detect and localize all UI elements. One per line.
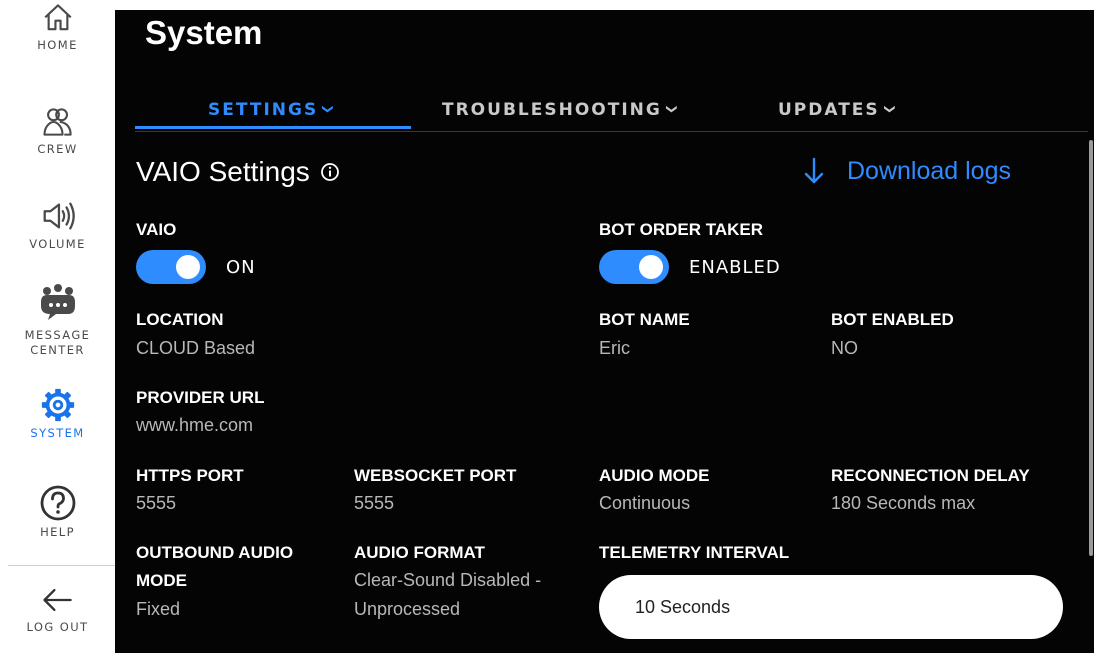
tab-label: UPDATES [778, 100, 880, 120]
sidebar-item-label: HELP [40, 525, 75, 539]
vaio-label: VAIO [136, 220, 177, 239]
bot-order-taker-state: ENABLED [689, 256, 781, 278]
sidebar-item-label: LOG OUT [26, 620, 89, 634]
websocket-port-value: 5555 [354, 493, 395, 513]
crew-icon [42, 108, 72, 136]
bot-enabled-value: NO [831, 338, 858, 358]
sidebar-item-crew[interactable]: CREW [0, 104, 115, 157]
audio-format-value: Unprocessed [354, 599, 461, 619]
volume-icon [43, 202, 75, 230]
arrow-down-icon [804, 157, 824, 184]
scrollbar[interactable] [1089, 140, 1093, 556]
sidebar-item-label: SYSTEM [30, 426, 85, 440]
sidebar-item-system[interactable]: SYSTEM [0, 386, 115, 441]
toggle-knob [639, 255, 663, 279]
sidebar-item-label: MESSAGE [24, 328, 91, 342]
vaio-toggle-row: ON [136, 250, 256, 284]
toggle-knob [176, 255, 200, 279]
tab-updates[interactable]: UPDATES ❯ [778, 100, 896, 120]
section-title: VAIO Settings [136, 156, 340, 188]
outbound-audio-mode-label: MODE [136, 571, 187, 590]
sidebar-item-help[interactable]: HELP [0, 483, 115, 540]
main-panel: System SETTINGS ❯ TROUBLESHOOTING ❯ UPDATE… [115, 0, 1094, 653]
reconnection-delay-value: 180 Seconds max [831, 493, 976, 513]
reconnection-delay-label: RECONNECTION DELAY [831, 466, 1030, 485]
websocket-port-label: WEBSOCKET PORT [354, 466, 517, 485]
sidebar-item-label: CREW [37, 142, 78, 156]
tab-troubleshooting[interactable]: TROUBLESHOOTING ❯ [442, 100, 678, 120]
chevron-down-icon: ❯ [321, 103, 335, 117]
outbound-audio-mode-value: Fixed [136, 599, 181, 619]
sidebar-item-home[interactable]: HOME [0, 2, 115, 53]
page-title: System [145, 14, 263, 51]
info-icon[interactable] [320, 162, 340, 182]
sidebar-divider [8, 565, 115, 566]
arrow-left-icon [42, 588, 72, 612]
tab-settings[interactable]: SETTINGS ❯ [208, 100, 335, 120]
download-logs-label: Download logs [847, 156, 1011, 185]
bot-name-value: Eric [599, 338, 630, 358]
message-center-icon [40, 284, 75, 320]
download-logs-button[interactable]: Download logs [803, 156, 1011, 186]
location-value: CLOUD Based [136, 338, 256, 358]
audio-mode-value: Continuous [599, 493, 691, 513]
outbound-audio-mode-label: OUTBOUND AUDIO [136, 543, 294, 562]
sidebar-item-label: CENTER [30, 343, 85, 357]
sidebar-item-label: VOLUME [29, 237, 86, 251]
vaio-state: ON [226, 256, 256, 278]
sidebar: HOME CREW VOLUME MESSAGE CENTER SYSTEM H… [0, 0, 115, 653]
bot-order-taker-toggle[interactable] [599, 250, 669, 284]
provider-url-value: www.hme.com [136, 415, 254, 435]
gear-icon [41, 388, 74, 422]
logout-button[interactable]: LOG OUT [0, 582, 115, 635]
chevron-down-icon: ❯ [665, 103, 679, 117]
tab-label: SETTINGS [208, 100, 319, 120]
home-icon [44, 4, 71, 31]
tab-label: TROUBLESHOOTING [442, 100, 662, 120]
bot-enabled-label: BOT ENABLED [831, 310, 954, 329]
vaio-toggle[interactable] [136, 250, 206, 284]
sidebar-item-volume[interactable]: VOLUME [0, 197, 115, 252]
chevron-down-icon: ❯ [883, 103, 897, 117]
bot-order-taker-label: BOT ORDER TAKER [599, 220, 764, 239]
sidebar-item-message-center[interactable]: MESSAGE CENTER [0, 280, 115, 358]
provider-url-label: PROVIDER URL [136, 388, 265, 407]
audio-mode-label: AUDIO MODE [599, 466, 710, 485]
https-port-label: HTTPS PORT [136, 466, 244, 485]
telemetry-interval-select[interactable]: 10 Seconds [599, 575, 1063, 639]
location-label: LOCATION [136, 310, 224, 329]
sidebar-item-label: HOME [37, 38, 78, 52]
top-strip [115, 0, 1094, 10]
bot-order-taker-toggle-row: ENABLED [599, 250, 781, 284]
tab-bar: SETTINGS ❯ TROUBLESHOOTING ❯ UPDATES ❯ [135, 96, 1088, 132]
https-port-value: 5555 [136, 493, 177, 513]
active-tab-indicator [135, 126, 411, 129]
audio-format-label: AUDIO FORMAT [354, 543, 485, 562]
telemetry-interval-label: TELEMETRY INTERVAL [599, 543, 790, 562]
bot-name-label: BOT NAME [599, 310, 690, 329]
audio-format-value: Clear-Sound Disabled - [354, 570, 542, 590]
section-title-text: VAIO Settings [136, 156, 310, 187]
help-icon [40, 485, 75, 521]
